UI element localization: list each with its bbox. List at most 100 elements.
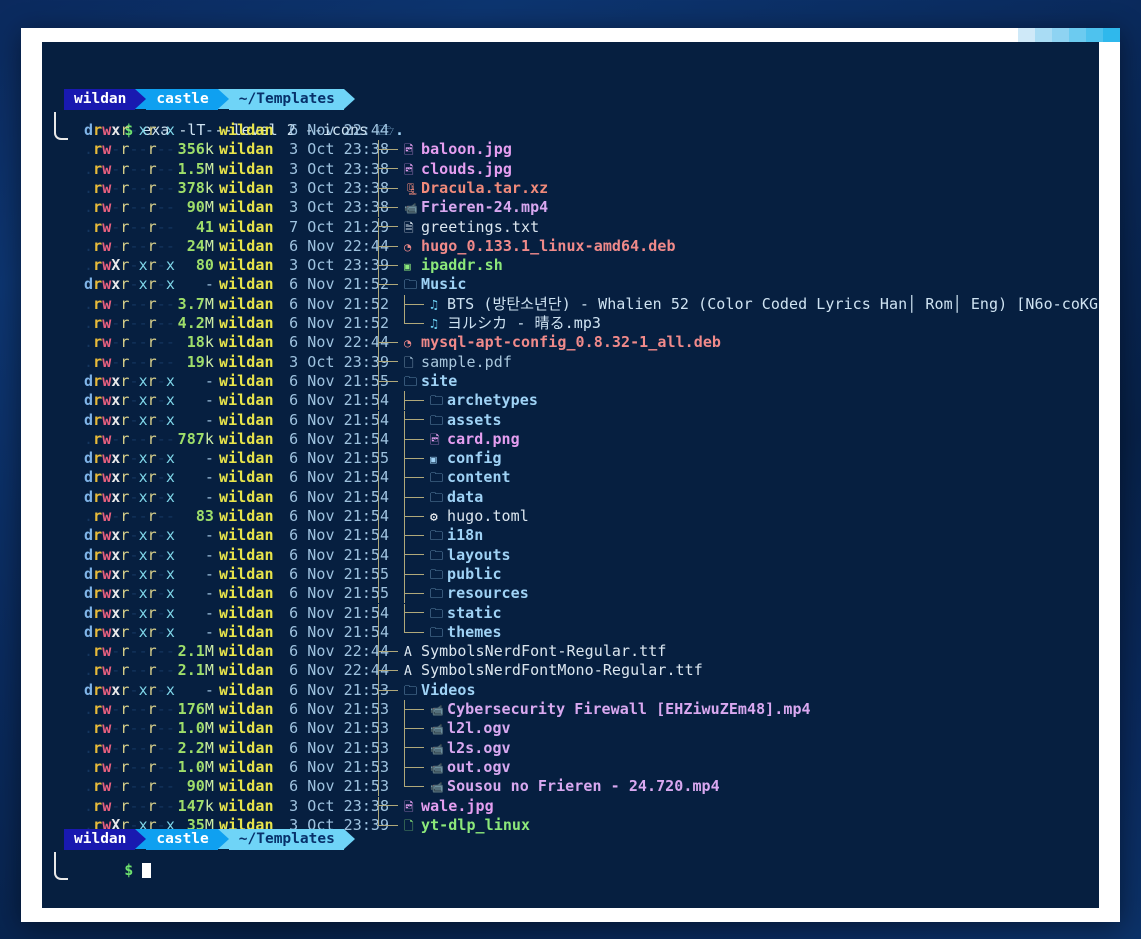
terminal-screen[interactable]: wildancastle~/Templates $ exa -lT --leve… — [42, 42, 1099, 908]
table-row[interactable]: .rw-r--r--18kwildan 6 Nov 22:44◔mysql-ap… — [42, 333, 1099, 352]
tree-line-horizontal-2 — [404, 400, 424, 401]
table-row[interactable]: drwxr-xr-x-wildan 6 Nov 22:44🗁. — [42, 121, 1099, 140]
table-row[interactable]: drwxr-xr-x-wildan 6 Nov 21:54🗀layouts — [42, 546, 1099, 565]
table-row[interactable]: drwxr-xr-x-wildan 6 Nov 21:54🗀assets — [42, 411, 1099, 430]
window-controls[interactable] — [1018, 28, 1120, 42]
table-row[interactable]: drwxr-xr-x-wildan 6 Nov 21:55🗀public — [42, 565, 1099, 584]
table-row[interactable]: drwxr-xr-x-wildan 6 Nov 21:54🗀static — [42, 604, 1099, 623]
filename-text: mysql-apt-config_0.8.32-1_all.deb — [421, 333, 721, 351]
filename-cell[interactable]: 🗀assets — [430, 411, 502, 431]
table-row[interactable]: .rw-r--r--2.1Mwildan 6 Nov 22:44ASymbols… — [42, 661, 1099, 680]
filename-cell[interactable]: 🗀Videos — [404, 681, 476, 701]
filename-cell[interactable]: 🗁. — [378, 121, 404, 141]
filename-cell[interactable]: ♫BTS (방탄소년단) - Whalien 52 (Color Coded L… — [430, 295, 1099, 315]
tree-line-vertical — [378, 430, 379, 449]
filename-cell[interactable]: 🗀resources — [430, 584, 529, 604]
tree-line-vertical — [378, 488, 379, 507]
filename-cell[interactable]: ◔hugo_0.133.1_linux-amd64.deb — [404, 237, 676, 257]
filename-cell[interactable]: 🗀static — [430, 604, 502, 624]
filename-cell[interactable]: 🗋yt-dlp_linux — [404, 816, 530, 836]
filename-cell[interactable]: 🗜Dracula.tar.xz — [404, 179, 548, 199]
filename-cell[interactable]: 📹Cybersecurity Firewall [EHZiwuZEm48].mp… — [430, 700, 811, 720]
filename-cell[interactable]: 🗀archetypes — [430, 391, 538, 411]
size-cell: - — [152, 526, 214, 545]
filename-cell[interactable]: 📹l2l.ogv — [430, 719, 511, 739]
filename-cell[interactable]: ◔mysql-apt-config_0.8.32-1_all.deb — [404, 333, 721, 353]
table-row[interactable]: drwxr-xr-x-wildan 6 Nov 21:54🗀data — [42, 488, 1099, 507]
table-row[interactable]: .rw-r--r--787kwildan 6 Nov 21:54🖻card.pn… — [42, 430, 1099, 449]
filename-cell[interactable]: 🗀Music — [404, 275, 466, 295]
tree-line-horizontal — [378, 825, 398, 826]
window-control-3[interactable] — [1069, 28, 1086, 42]
filename-cell[interactable]: 🖻clouds.jpg — [404, 160, 512, 180]
table-row[interactable]: drwxr-xr-x-wildan 6 Nov 21:55▣config — [42, 449, 1099, 468]
filename-cell[interactable]: 🗎greetings.txt — [404, 218, 539, 238]
date-cell: 6 Nov 22:44 — [280, 661, 366, 680]
tree-line-vertical — [378, 411, 379, 430]
filename-cell[interactable]: ▣ipaddr.sh — [404, 256, 503, 276]
owner-cell: wildan — [219, 526, 274, 545]
table-row[interactable]: drwxr-xr-x-wildan 6 Nov 21:54🗀i18n — [42, 526, 1099, 545]
prompt-arrow-2-bottom — [218, 829, 229, 849]
filename-cell[interactable]: 🖻wale.jpg — [404, 797, 494, 817]
table-row[interactable]: .rw-r--r--147kwildan 3 Oct 23:38🖻wale.jp… — [42, 797, 1099, 816]
window-control-0[interactable] — [1018, 28, 1035, 42]
table-row[interactable]: .rw-r--r--83wildan 6 Nov 21:54⚙hugo.toml — [42, 507, 1099, 526]
table-row[interactable]: .rw-r--r--378kwildan 3 Oct 23:38🗜Dracula… — [42, 179, 1099, 198]
table-row[interactable]: drwxr-xr-x-wildan 6 Nov 21:55🗀resources — [42, 584, 1099, 603]
table-row[interactable]: .rw-r--r--90Mwildan 3 Oct 23:38📹Frieren-… — [42, 198, 1099, 217]
filename-cell[interactable]: 🗀site — [404, 372, 457, 392]
table-row[interactable]: .rw-r--r--176Mwildan 6 Nov 21:53📹Cyberse… — [42, 700, 1099, 719]
table-row[interactable]: .rw-r--r--1.0Mwildan 6 Nov 21:53📹l2l.ogv — [42, 719, 1099, 738]
filename-cell[interactable]: 📹Frieren-24.mp4 — [404, 198, 548, 218]
filename-cell[interactable]: ▣config — [430, 449, 502, 469]
date-cell: 3 Oct 23:38 — [280, 140, 366, 159]
window-control-1[interactable] — [1035, 28, 1052, 42]
window-control-4[interactable] — [1086, 28, 1103, 42]
window-control-5[interactable] — [1103, 28, 1120, 42]
filename-cell[interactable]: 🖻baloon.jpg — [404, 140, 512, 160]
owner-cell: wildan — [219, 275, 274, 294]
filename-cell[interactable]: ASymbolsNerdFont-Regular.ttf — [404, 642, 666, 662]
owner-cell: wildan — [219, 488, 274, 507]
filename-cell[interactable]: ASymbolsNerdFontMono-Regular.ttf — [404, 661, 703, 681]
config-icon: ▣ — [430, 450, 447, 469]
table-row[interactable]: drwxr-xr-x-wildan 6 Nov 21:54🗀content — [42, 468, 1099, 487]
table-row[interactable]: .rw-r--r--41wildan 7 Oct 21:29🗎greetings… — [42, 218, 1099, 237]
table-row[interactable]: drwxr-xr-x-wildan 6 Nov 21:52🗀Music — [42, 275, 1099, 294]
command-line-bottom[interactable]: $ — [70, 842, 151, 900]
table-row[interactable]: .rwXr-xr-x80wildan 3 Oct 23:39▣ipaddr.sh — [42, 256, 1099, 275]
table-row[interactable]: .rw-r--r--2.2Mwildan 6 Nov 21:53📹l2s.ogv — [42, 739, 1099, 758]
size-cell: - — [152, 584, 214, 603]
table-row[interactable]: .rw-r--r--3.7Mwildan 6 Nov 21:52♫BTS (방탄… — [42, 295, 1099, 314]
filename-cell[interactable]: 🗀content — [430, 468, 511, 488]
table-row[interactable]: .rw-r--r--2.1Mwildan 6 Nov 22:44ASymbols… — [42, 642, 1099, 661]
date-cell: 6 Nov 21:54 — [280, 526, 366, 545]
filename-cell[interactable]: 🗀layouts — [430, 546, 511, 566]
table-row[interactable]: .rw-r--r--24Mwildan 6 Nov 22:44◔hugo_0.1… — [42, 237, 1099, 256]
filename-cell[interactable]: ⚙hugo.toml — [430, 507, 529, 527]
filename-cell[interactable]: 🗀i18n — [430, 526, 483, 546]
filename-cell[interactable]: 🗀data — [430, 488, 483, 508]
table-row[interactable]: .rw-r--r--19kwildan 3 Oct 23:39🗋sample.p… — [42, 353, 1099, 372]
table-row[interactable]: .rw-r--r--356kwildan 3 Oct 23:38🖻baloon.… — [42, 140, 1099, 159]
table-row[interactable]: drwxr-xr-x-wildan 6 Nov 21:55🗀site — [42, 372, 1099, 391]
filename-cell[interactable]: 📹Sousou no Frieren - 24.720.mp4 — [430, 777, 720, 797]
filename-cell[interactable]: 🗀public — [430, 565, 502, 585]
window-control-2[interactable] — [1052, 28, 1069, 42]
table-row[interactable]: drwxr-xr-x-wildan 6 Nov 21:54🗀archetypes — [42, 391, 1099, 410]
table-row[interactable]: .rw-r--r--1.0Mwildan 6 Nov 21:53📹out.ogv — [42, 758, 1099, 777]
filename-cell[interactable]: 📹l2s.ogv — [430, 739, 511, 759]
filename-cell[interactable]: ♫ヨルシカ - 晴る.mp3 — [430, 314, 601, 334]
filename-cell[interactable]: 📹out.ogv — [430, 758, 511, 778]
filename-cell[interactable]: 🗋sample.pdf — [404, 353, 512, 373]
filename-cell[interactable]: 🗀themes — [430, 623, 502, 643]
window-titlebar[interactable] — [21, 28, 1120, 42]
table-row[interactable]: drwxr-xr-x-wildan 6 Nov 21:53🗀Videos — [42, 681, 1099, 700]
table-row[interactable]: .rw-r--r--4.2Mwildan 6 Nov 21:52♫ヨルシカ - … — [42, 314, 1099, 333]
filename-cell[interactable]: 🖻card.png — [430, 430, 520, 450]
table-row[interactable]: drwxr-xr-x-wildan 6 Nov 21:54🗀themes — [42, 623, 1099, 642]
size-cell: 2.1M — [152, 661, 214, 680]
table-row[interactable]: .rw-r--r--1.5Mwildan 3 Oct 23:38🖻clouds.… — [42, 160, 1099, 179]
table-row[interactable]: .rw-r--r--90Mwildan 6 Nov 21:53📹Sousou n… — [42, 777, 1099, 796]
